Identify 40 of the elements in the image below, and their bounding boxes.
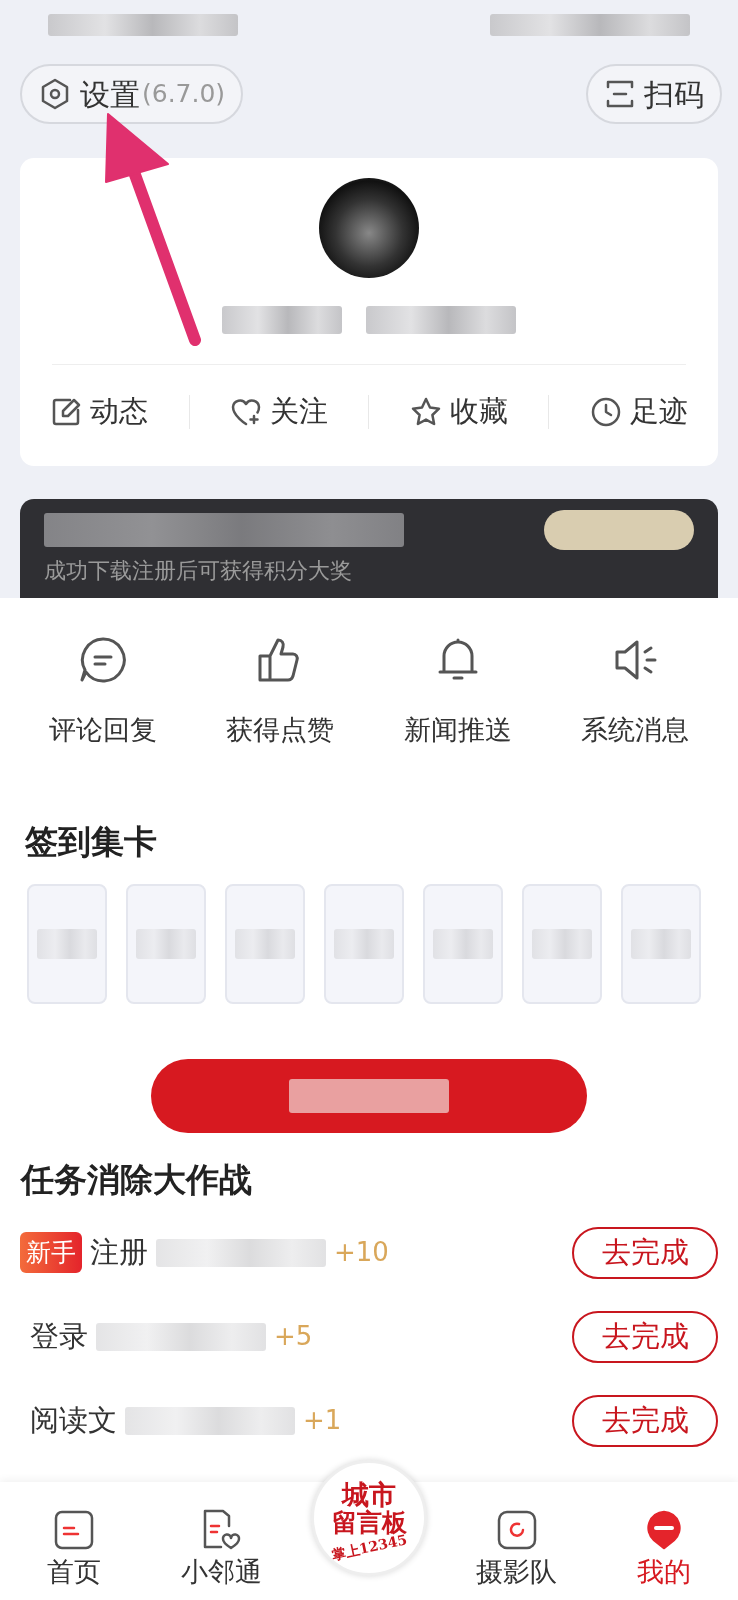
section-title: 签到集卡 xyxy=(25,820,158,863)
scan-icon xyxy=(604,78,636,110)
invite-subtitle: 成功下载注册后可获得积分大奖 xyxy=(44,557,353,585)
message-category[interactable]: 评论回复 xyxy=(22,636,183,751)
clock-icon xyxy=(589,396,622,428)
task-name: 登录 xyxy=(30,1317,88,1355)
star-icon xyxy=(409,396,442,428)
profile-tab[interactable]: 收藏 xyxy=(409,390,508,434)
blurred-area xyxy=(37,929,97,959)
profile-tab[interactable]: 关注 xyxy=(230,390,329,434)
profile-tab[interactable]: 动态 xyxy=(50,390,149,434)
complete-button[interactable]: 去完成 xyxy=(572,1394,718,1447)
message-category[interactable]: 新闻推送 xyxy=(377,636,538,751)
blurred-area xyxy=(433,929,493,959)
blurred-area xyxy=(235,929,295,959)
profile-tab[interactable]: 足迹 xyxy=(589,390,688,434)
task-name: 注册 xyxy=(90,1233,148,1271)
message-category[interactable]: 获得点赞 xyxy=(200,636,361,751)
new-user-badge: 新手 xyxy=(20,1231,82,1274)
edit-icon xyxy=(50,396,83,428)
nav-tab[interactable]: 小邻通 xyxy=(156,1507,287,1592)
blurred-area xyxy=(532,929,592,959)
points-reward: +5 xyxy=(274,1320,313,1353)
nav-tab[interactable]: 摄影队 xyxy=(451,1507,582,1592)
blurred-area xyxy=(334,929,394,959)
message-category[interactable]: 系统消息 xyxy=(555,636,716,751)
nav-tab[interactable]: 首页 xyxy=(8,1507,139,1592)
points-reward: +1 xyxy=(303,1404,342,1437)
section-title: 任务消除大作战 xyxy=(21,1159,253,1201)
settings-button[interactable]: 设置(6.7.0) xyxy=(20,64,244,124)
complete-button[interactable]: 去完成 xyxy=(572,1226,718,1279)
points-reward: +10 xyxy=(334,1236,389,1269)
blurred-area xyxy=(631,929,691,959)
blurred-area xyxy=(136,929,196,959)
complete-button[interactable]: 去完成 xyxy=(572,1310,718,1363)
heart-icon xyxy=(230,396,263,428)
task-name: 阅读文 xyxy=(30,1401,117,1439)
comment-icon xyxy=(78,636,127,684)
scan-button[interactable]: 扫码 xyxy=(586,64,722,124)
nav-tab[interactable]: 我的 xyxy=(599,1507,730,1592)
